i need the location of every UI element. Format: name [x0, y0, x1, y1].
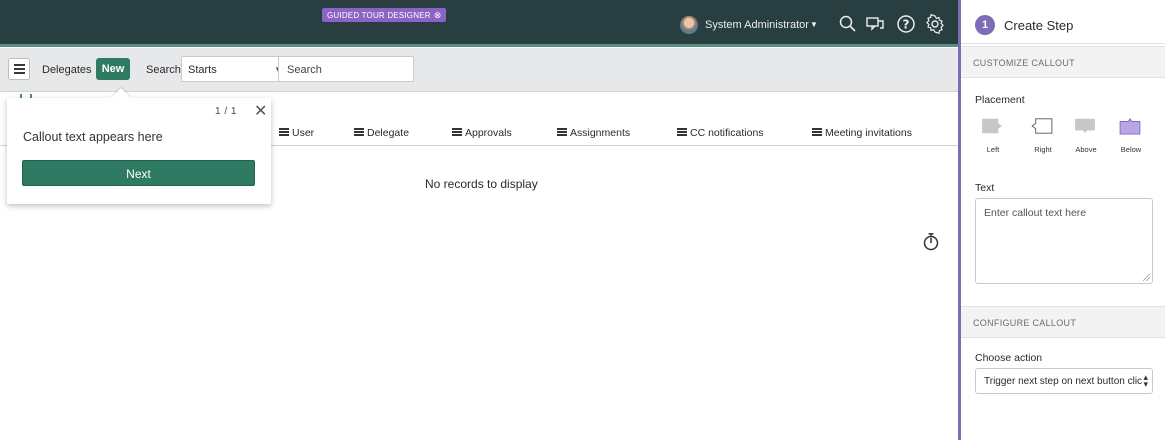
select-updown-icon: ▴ ▾ — [1143, 372, 1148, 389]
main-app: GUIDED TOUR DESIGNER ⊗ System Administrat… — [0, 0, 958, 440]
column-label: Assignments — [570, 127, 631, 139]
topbar-accent-line — [0, 44, 958, 47]
user-menu-name[interactable]: System Administrator — [705, 19, 809, 31]
text-label: Text — [975, 182, 995, 194]
panel-header: 1 Create Step — [961, 0, 1165, 44]
svg-text:?: ? — [903, 18, 910, 32]
new-button[interactable]: New — [96, 58, 130, 80]
choose-action-select[interactable]: Trigger next step on next button click ▴… — [975, 368, 1153, 394]
list-menu-button[interactable] — [8, 58, 30, 80]
placement-above-option[interactable]: Above — [1072, 117, 1100, 154]
choose-action-label: Choose action — [975, 352, 1043, 364]
search-icon[interactable] — [838, 14, 858, 34]
column-header-delegate[interactable]: Delegate — [354, 127, 409, 139]
placement-option-label: Right — [1034, 145, 1052, 154]
column-header-approvals[interactable]: Approvals — [452, 127, 512, 139]
placement-option-label: Below — [1120, 145, 1142, 154]
column-label: CC notifications — [690, 127, 764, 139]
resize-handle-icon[interactable] — [1143, 274, 1150, 281]
column-header-user[interactable]: User — [279, 127, 314, 139]
column-header-assignments[interactable]: Assignments — [557, 127, 630, 139]
column-menu-icon[interactable] — [677, 128, 687, 136]
placement-option-label: Above — [1075, 145, 1097, 154]
column-label: Meeting invitations — [825, 127, 912, 139]
callout-text-placeholder: Enter callout text here — [984, 207, 1087, 219]
callout-step-counter: 1 / 1 — [215, 106, 237, 117]
column-header-cc-notifications[interactable]: CC notifications — [677, 127, 764, 139]
customize-callout-section: CUSTOMIZE CALLOUT — [961, 46, 1165, 78]
column-header-meeting-invitations[interactable]: Meeting invitations — [812, 127, 912, 139]
next-button[interactable]: Next — [22, 160, 255, 186]
empty-state-message: No records to display — [425, 177, 538, 191]
chat-icon[interactable] — [865, 14, 885, 34]
callout-below-icon — [1119, 117, 1141, 135]
callout-text: Callout text appears here — [23, 130, 163, 144]
column-label: User — [292, 127, 315, 139]
configure-callout-section: CONFIGURE CALLOUT — [961, 306, 1165, 338]
chevron-down-icon[interactable]: ▼ — [810, 20, 818, 29]
panel-title: Create Step — [1004, 18, 1074, 33]
placement-option-label: Left — [986, 145, 1000, 154]
avatar[interactable] — [680, 16, 698, 34]
close-icon[interactable]: ✕ — [254, 101, 267, 121]
placement-label: Placement — [975, 94, 1025, 106]
choose-action-value: Trigger next step on next button click — [984, 376, 1142, 387]
column-menu-icon[interactable] — [279, 128, 289, 136]
search-input[interactable]: Search — [278, 56, 414, 82]
top-navigation-bar: GUIDED TOUR DESIGNER ⊗ System Administrat… — [0, 0, 958, 46]
callout-left-icon — [982, 118, 1002, 134]
step-number-badge: 1 — [975, 15, 995, 35]
column-menu-icon[interactable] — [812, 128, 822, 136]
search-placeholder: Search — [287, 64, 322, 76]
tour-badge-label: GUIDED TOUR DESIGNER — [327, 11, 431, 20]
stopwatch-icon[interactable] — [922, 232, 940, 252]
column-menu-icon[interactable] — [452, 128, 462, 136]
tour-callout: 1 / 1 ✕ Callout text appears here Next — [7, 88, 271, 204]
column-menu-icon[interactable] — [557, 128, 567, 136]
callout-above-icon — [1075, 118, 1095, 134]
section-title: CONFIGURE CALLOUT — [973, 318, 1077, 328]
column-label: Approvals — [465, 127, 512, 139]
column-label: Delegate — [367, 127, 410, 139]
help-icon[interactable]: ? — [896, 14, 916, 34]
placement-left-option[interactable]: Left — [979, 117, 1007, 154]
callout-right-icon — [1031, 118, 1053, 134]
guided-tour-designer-badge[interactable]: GUIDED TOUR DESIGNER ⊗ — [322, 8, 447, 22]
search-field-value: Starts — [188, 64, 217, 76]
search-field-select[interactable]: Starts ▼ — [181, 56, 289, 82]
column-menu-icon[interactable] — [354, 128, 364, 136]
close-circle-icon[interactable]: ⊗ — [434, 10, 442, 20]
list-title: Delegates — [42, 64, 92, 76]
section-title: CUSTOMIZE CALLOUT — [973, 58, 1075, 68]
search-label: Search — [146, 64, 181, 76]
list-header: Delegates New Search Starts ▼ Search — [0, 48, 958, 92]
placement-right-option[interactable]: Right — [1029, 117, 1057, 154]
callout-text-field[interactable]: Enter callout text here — [975, 198, 1153, 284]
gear-icon[interactable] — [925, 14, 945, 34]
designer-panel: 1 Create Step CUSTOMIZE CALLOUT Placemen… — [958, 0, 1165, 440]
placement-below-option[interactable]: Below — [1117, 117, 1145, 154]
